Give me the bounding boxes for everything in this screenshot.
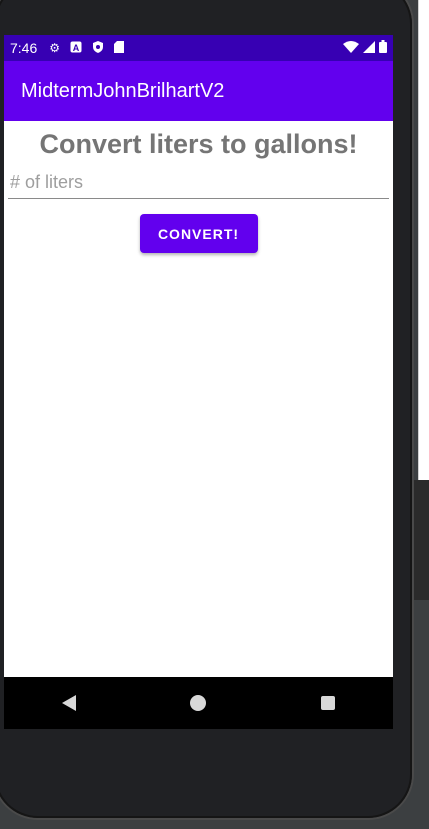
liters-input[interactable] xyxy=(8,168,393,196)
convert-button[interactable]: CONVERT! xyxy=(139,214,258,253)
device-screen: 7:46 ⚙ A MidtermJohnBrilhartV2 Convert l… xyxy=(4,35,393,729)
recents-button[interactable] xyxy=(308,683,348,723)
navigation-bar xyxy=(4,677,393,729)
recents-icon xyxy=(321,696,336,710)
signal-icon xyxy=(363,40,375,56)
home-icon xyxy=(190,695,207,711)
wifi-icon xyxy=(343,40,359,56)
battery-icon xyxy=(379,40,387,56)
liters-field xyxy=(8,168,393,199)
home-button[interactable] xyxy=(178,683,218,723)
page-title: Convert liters to gallons! xyxy=(39,129,358,159)
app-title: MidtermJohnBrilhartV2 xyxy=(21,79,225,102)
shield-icon xyxy=(92,40,104,56)
sd-card-icon xyxy=(114,40,125,56)
ide-side-panel xyxy=(418,0,429,480)
back-button[interactable] xyxy=(49,683,89,723)
app-bar: MidtermJohnBrilhartV2 xyxy=(4,61,393,121)
settings-icon: ⚙ xyxy=(49,41,61,55)
status-bar: 7:46 ⚙ A xyxy=(4,35,393,61)
main-content: Convert liters to gallons! CONVERT! xyxy=(4,129,393,253)
back-icon xyxy=(61,695,76,711)
status-time: 7:46 xyxy=(10,40,38,56)
ide-bottom-panel xyxy=(410,480,429,600)
a-icon: A xyxy=(70,41,82,56)
svg-text:A: A xyxy=(73,43,80,53)
